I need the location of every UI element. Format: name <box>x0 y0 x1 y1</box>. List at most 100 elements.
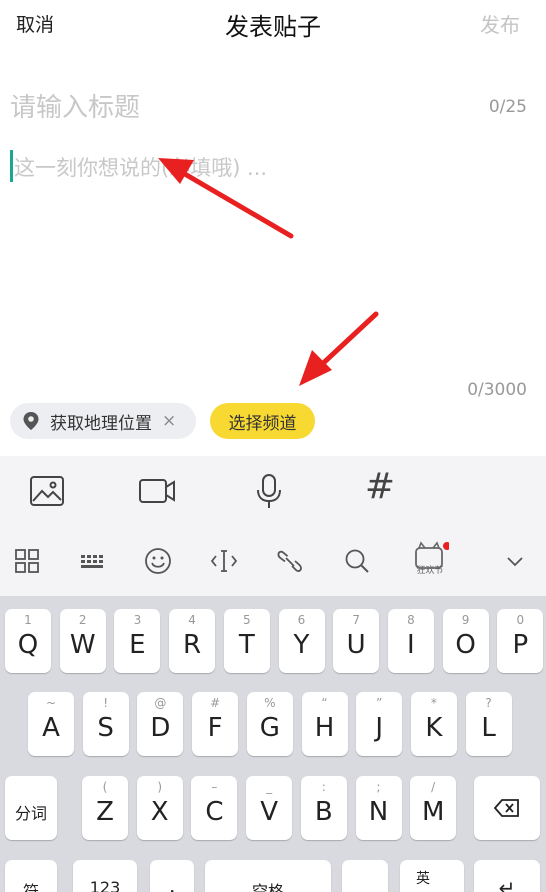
title-char-count: 0/25 <box>488 97 527 117</box>
key-hint: ” <box>376 696 383 710</box>
key-hint: : <box>321 780 326 794</box>
key-letter: T <box>238 630 255 660</box>
key-d[interactable]: @ D <box>137 692 184 756</box>
key-letter: M <box>421 797 445 827</box>
title-input[interactable] <box>10 88 430 128</box>
key-letter: U <box>346 630 366 660</box>
key-v[interactable]: _ V <box>246 776 293 840</box>
key-hint: ! <box>103 696 109 710</box>
key-letter: K <box>425 713 443 743</box>
key-k[interactable]: * K <box>410 692 457 756</box>
key-hint: ? <box>485 696 492 710</box>
space-key-label: 空格 <box>251 882 284 892</box>
period-key[interactable]: 。 <box>342 860 388 892</box>
key-letter: Y <box>293 630 310 660</box>
top-bar: 取消 发表贴子 发布 <box>0 0 546 46</box>
select-channel-button[interactable]: 选择频道 <box>210 403 315 439</box>
key-hint: 3 <box>133 613 142 627</box>
link-icon[interactable] <box>275 546 305 576</box>
key-letter: H <box>314 713 335 743</box>
body-textarea[interactable] <box>14 152 514 372</box>
key-n[interactable]: ; N <box>355 776 402 840</box>
key-o[interactable]: 9O <box>442 609 489 673</box>
key-h[interactable]: “H <box>301 692 348 756</box>
key-hint: 6 <box>297 613 306 627</box>
promo-label: 狂欢节 <box>416 566 444 576</box>
space-key[interactable]: 空格 <box>205 860 331 892</box>
key-w[interactable]: 2W <box>59 609 106 673</box>
key-letter: V <box>260 797 278 827</box>
key-letter: I <box>407 630 415 660</box>
key-letter: Q <box>17 630 39 660</box>
key-g[interactable]: % G <box>246 692 293 756</box>
key-z[interactable]: (Z <box>82 776 128 840</box>
numbers-key-label: 123 <box>89 878 121 892</box>
key-x[interactable]: ) X <box>136 776 183 840</box>
numbers-key[interactable]: 123 <box>73 860 137 892</box>
key-hint: 5 <box>242 613 251 627</box>
language-key[interactable]: 英 <box>400 860 464 892</box>
key-j[interactable]: ” J <box>356 692 403 756</box>
keyboard-layout-icon[interactable] <box>78 546 108 576</box>
key-hint: “ <box>321 696 328 710</box>
search-icon[interactable] <box>342 546 372 576</box>
collapse-keyboard-icon[interactable] <box>500 546 530 576</box>
grid-menu-icon[interactable] <box>12 546 42 576</box>
publish-button[interactable]: 发布 <box>480 9 520 38</box>
key-hint: _ <box>266 780 273 794</box>
location-chip[interactable]: 获取地理位置 × <box>10 403 196 439</box>
comma-key-label: , <box>168 874 176 892</box>
key-letter: D <box>150 713 171 743</box>
text-caret <box>10 150 13 182</box>
split-word-key[interactable]: 分词 <box>5 776 57 840</box>
microphone-icon[interactable] <box>250 473 288 509</box>
key-letter: Z <box>96 797 114 827</box>
video-icon[interactable] <box>138 473 176 509</box>
key-l[interactable]: ? L <box>465 692 512 756</box>
key-hint: ~ <box>45 696 57 710</box>
symbols-key-label: 符 <box>22 882 39 892</box>
key-hint: 1 <box>24 613 32 627</box>
key-letter: N <box>368 797 389 827</box>
key-hint: 0 <box>516 613 525 627</box>
key-q[interactable]: 1Q <box>5 609 51 673</box>
key-letter: W <box>69 630 96 660</box>
key-letter: S <box>97 713 114 743</box>
key-r[interactable]: 4R <box>169 609 216 673</box>
key-hint: / <box>431 780 436 794</box>
key-letter: C <box>205 797 224 827</box>
key-s[interactable]: ! S <box>82 692 129 756</box>
key-hint: % <box>264 696 276 710</box>
cursor-icon[interactable] <box>209 546 239 576</box>
page-title: 发表贴子 <box>225 13 321 41</box>
media-toolbar: # <box>0 456 546 526</box>
key-p[interactable]: 0P <box>497 609 544 673</box>
hashtag-icon[interactable]: # <box>360 466 400 507</box>
backspace-icon <box>494 799 519 817</box>
key-letter: P <box>512 630 529 660</box>
key-a[interactable]: ~ A <box>28 692 74 756</box>
key-y[interactable]: 6Y <box>278 609 325 673</box>
key-e[interactable]: 3E <box>114 609 161 673</box>
key-hint: ( <box>102 780 108 794</box>
backspace-key[interactable] <box>474 776 540 840</box>
key-t[interactable]: 5T <box>223 609 270 673</box>
emoji-icon[interactable] <box>143 546 173 576</box>
key-hint: 9 <box>461 613 470 627</box>
key-m[interactable]: / M <box>410 776 457 840</box>
enter-key[interactable]: ↵ <box>474 860 540 892</box>
key-c[interactable]: – C <box>191 776 238 840</box>
key-letter: B <box>314 797 333 827</box>
symbols-key[interactable]: 符 <box>5 860 57 892</box>
key-f[interactable]: # F <box>192 692 239 756</box>
location-remove-icon[interactable]: × <box>162 411 176 431</box>
comma-key[interactable]: , <box>150 860 194 892</box>
key-i[interactable]: 8I <box>387 609 434 673</box>
key-hint: ; <box>376 780 381 794</box>
key-hint: 8 <box>407 613 415 627</box>
key-b[interactable]: :B <box>300 776 347 840</box>
key-u[interactable]: 7U <box>333 609 380 673</box>
image-icon[interactable] <box>28 473 66 509</box>
language-key-label: 英 <box>416 871 430 887</box>
promo-sticker-icon[interactable]: 狂欢节 <box>413 540 451 578</box>
